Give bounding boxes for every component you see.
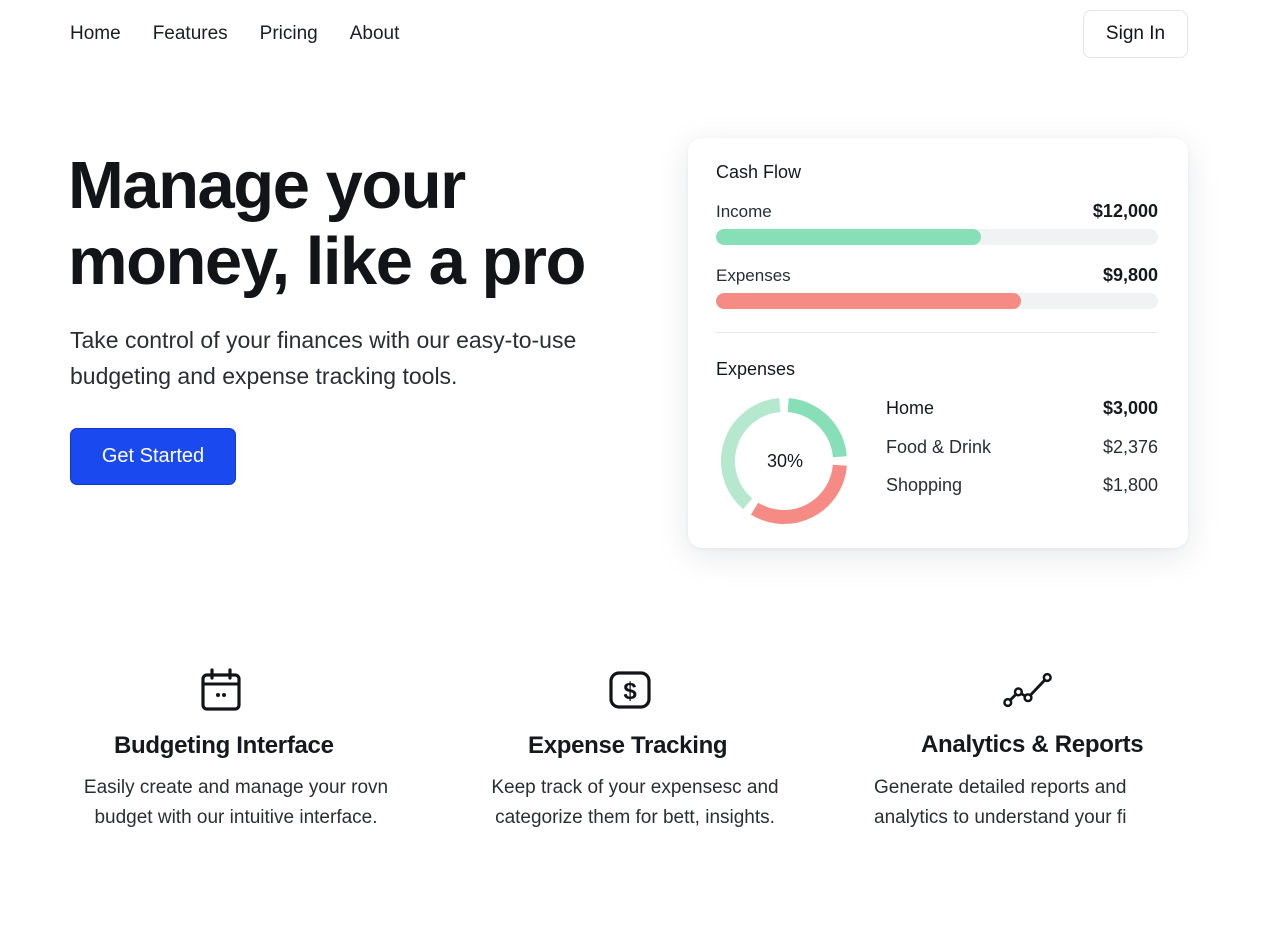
expenses-title: Expenses (716, 359, 796, 379)
expenses-value: $9,800 (1102, 265, 1158, 285)
donut-center-label: 30% (767, 451, 803, 471)
legend-value: $1,800 (1102, 475, 1158, 495)
feature-budgeting: Budgeting Interface Easily create and ma… (60, 660, 400, 840)
feature-description: Keep track of your expensesc and categor… (491, 777, 779, 828)
legend-name: Food & Drink (886, 437, 992, 457)
sign-in-button[interactable]: Sign In (1083, 10, 1188, 58)
get-started-button[interactable]: Get Started (70, 428, 236, 485)
hero-title: Manage your money, like a pro (68, 148, 628, 300)
expenses-bar-fill (716, 293, 1021, 309)
expenses-label: Expenses (716, 266, 791, 285)
nav-link-pricing[interactable]: Pricing (260, 22, 318, 46)
feature-title: Expense Tracking (528, 732, 728, 759)
income-bar-fill (716, 229, 982, 245)
legend-name: Home (886, 398, 935, 418)
cash-flow-card: Cash Flow Income $12,000 Expenses $9,800… (688, 138, 1188, 548)
legend-value: $3,000 (1102, 398, 1158, 418)
calendar-icon (196, 665, 246, 715)
legend-name: Shopping (886, 475, 963, 495)
legend-item-shopping: Shopping $1,800 (886, 475, 1158, 499)
nav-link-about[interactable]: About (350, 22, 400, 46)
nav-link-features[interactable]: Features (153, 22, 228, 46)
cash-flow-title: Cash Flow (716, 162, 802, 182)
income-bar-track (716, 229, 1158, 245)
expenses-donut-chart: 30% (721, 398, 847, 524)
feature-description: Easily create and manage your rovn budge… (83, 777, 389, 828)
feature-title: Analytics & Reports (921, 731, 1144, 758)
feature-expense-tracking: $ Expense Tracking Keep track of your ex… (460, 660, 800, 840)
top-nav: Home Features Pricing About Sign In (0, 0, 1267, 70)
dollar-icon: $ (605, 665, 655, 715)
hero-title-line2: money, like a pro (68, 224, 586, 299)
hero-title-line1: Manage your (68, 148, 466, 223)
income-label: Income (716, 202, 772, 221)
income-value: $12,000 (1092, 201, 1158, 221)
donut-segment-food-drink (750, 464, 847, 524)
feature-description: Generate detailed reports and analytics … (874, 777, 1127, 828)
expenses-bar-track (716, 293, 1158, 309)
analytics-icon (1003, 665, 1053, 715)
nav-links: Home Features Pricing About (70, 22, 431, 46)
legend-item-home: Home $3,000 (886, 398, 1158, 422)
hero-subtitle: Take control of your finances with our e… (70, 327, 577, 389)
feature-title: Budgeting Interface (114, 732, 334, 759)
nav-link-home[interactable]: Home (70, 22, 121, 46)
card-divider (716, 332, 1158, 333)
legend-item-food-drink: Food & Drink $2,376 (886, 437, 1158, 461)
legend-value: $2,376 (1102, 437, 1158, 457)
donut-segment-home (787, 398, 847, 458)
svg-text:$: $ (623, 678, 637, 705)
feature-analytics: Analytics & Reports Generate detailed re… (860, 660, 1200, 840)
